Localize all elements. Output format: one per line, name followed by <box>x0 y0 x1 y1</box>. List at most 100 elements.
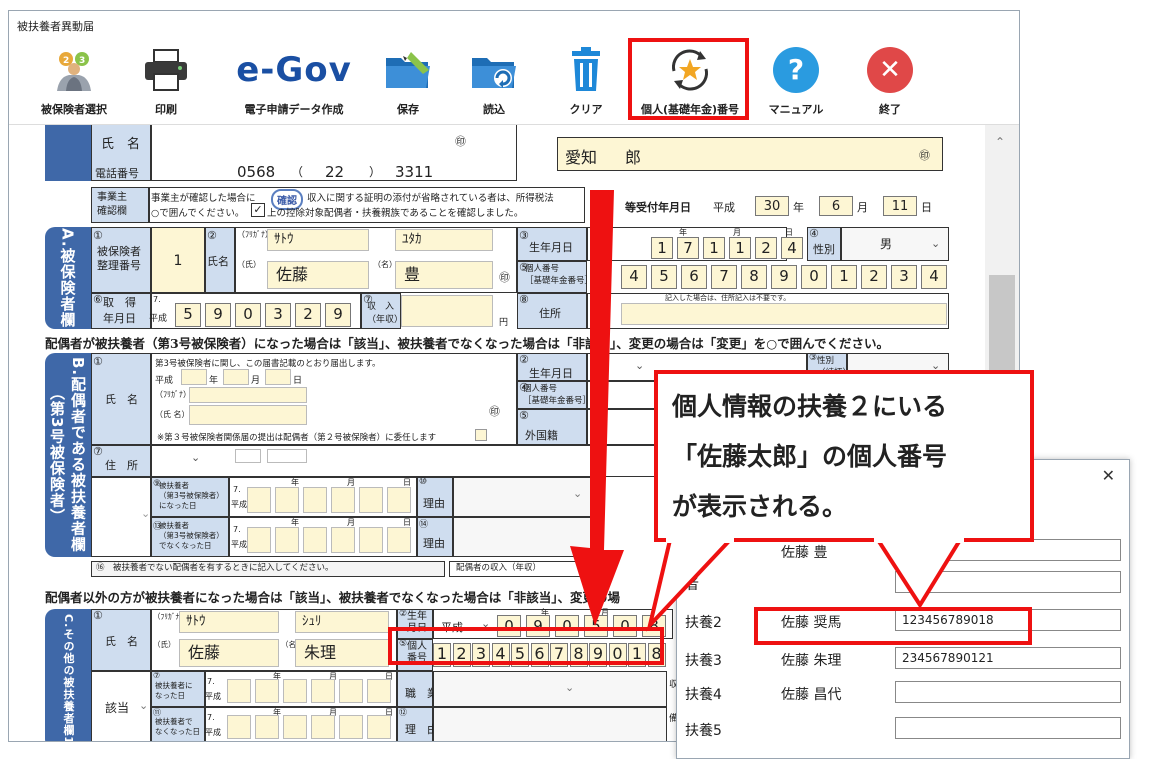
acquisition-digit[interactable]: 0 <box>235 303 261 327</box>
date-digit[interactable] <box>387 527 411 553</box>
owner-name-field[interactable] <box>557 137 943 171</box>
delegate-checkbox[interactable] <box>475 429 487 441</box>
date-digit[interactable] <box>311 679 335 703</box>
section-a-tab: A.被保険者欄 <box>45 227 91 329</box>
callout-line: が表示される。 <box>672 492 848 521</box>
insured-number-field[interactable]: 1 <box>151 227 205 293</box>
date-digit[interactable] <box>275 527 299 553</box>
notice-year[interactable] <box>181 369 207 385</box>
address-field[interactable] <box>621 303 947 325</box>
phone-local: 22 <box>325 163 345 181</box>
date-digit[interactable] <box>283 679 307 703</box>
date-digit[interactable] <box>303 487 327 513</box>
section-b-tab: B.配偶者である被扶養者欄（第3号被保険者） <box>45 353 91 557</box>
occupation-select[interactable] <box>433 671 667 707</box>
pension-digit[interactable]: 3 <box>891 265 917 289</box>
pension-digit[interactable]: 4 <box>921 265 947 289</box>
date-digit[interactable] <box>247 487 271 513</box>
acquisition-digit[interactable]: 3 <box>265 303 291 327</box>
birth-digit[interactable]: 1 <box>703 237 725 259</box>
exit-button[interactable]: ✕ 終了 <box>845 47 935 117</box>
load-button[interactable]: 読込 <box>449 47 539 117</box>
notice-day[interactable] <box>265 369 291 385</box>
dependent-reason-select[interactable] <box>433 707 667 741</box>
e-gov-logo: e-Gov <box>236 50 352 90</box>
clear-button[interactable]: クリア <box>541 47 631 117</box>
birth-digit[interactable]: 1 <box>651 237 673 259</box>
confirm-checkbox[interactable]: ✓ <box>251 203 265 217</box>
save-button[interactable]: 保存 <box>363 47 453 117</box>
pension-digit[interactable]: 6 <box>681 265 707 289</box>
furigana-given-field[interactable]: ﾕﾀｶ <box>395 229 493 251</box>
date-digit[interactable] <box>359 527 383 553</box>
spouse-heading: 配偶者が被扶養者（第3号被保険者）になった場合は「該当」、被扶養者でなくなった場… <box>45 336 889 351</box>
dialog-row-number-field[interactable] <box>895 717 1121 739</box>
dependent-kana-family[interactable]: ｻﾄｳ <box>179 611 279 633</box>
given-name-field[interactable]: 豊 <box>395 261 493 289</box>
birth-digit[interactable]: 2 <box>755 237 777 259</box>
printer-icon <box>121 47 211 93</box>
acquisition-digit[interactable]: 5 <box>175 303 201 327</box>
date-digit[interactable] <box>227 715 251 739</box>
date-digit[interactable] <box>255 715 279 739</box>
dependent-family-name[interactable]: 佐藤 <box>179 639 279 667</box>
trash-icon <box>541 47 631 93</box>
help-icon: ? <box>773 47 819 93</box>
create-e-application-button[interactable]: e-Gov 電子申請データ作成 <box>229 47 359 117</box>
postal-code-1[interactable] <box>235 449 261 463</box>
date-digit[interactable] <box>339 679 363 703</box>
birth-digit[interactable]: 7 <box>677 237 699 259</box>
pension-digit[interactable]: 9 <box>771 265 797 289</box>
pension-digit[interactable]: 8 <box>741 265 767 289</box>
date-digit[interactable] <box>247 527 271 553</box>
date-digit[interactable] <box>331 487 355 513</box>
manual-button[interactable]: ? マニュアル <box>751 47 841 117</box>
print-button[interactable]: 印刷 <box>121 47 211 117</box>
section-c-tab: C.その他の被扶養者欄1 <box>45 609 91 741</box>
date-digit[interactable] <box>359 487 383 513</box>
family-name-field[interactable]: 佐藤 <box>267 261 369 289</box>
acquisition-digit[interactable]: 9 <box>325 303 351 327</box>
dependent-kana-given[interactable]: ｼｭﾘ <box>295 611 389 633</box>
income-field[interactable] <box>401 295 493 327</box>
date-digit[interactable] <box>367 679 391 703</box>
highlight-dependent-number <box>388 627 664 665</box>
confirm-label: 事業主 確認欄 <box>97 192 127 217</box>
date-digit[interactable] <box>275 487 299 513</box>
receipt-day[interactable]: 11 <box>883 196 917 216</box>
spouse-name-field[interactable] <box>189 405 307 425</box>
date-digit[interactable] <box>255 679 279 703</box>
date-digit[interactable] <box>283 715 307 739</box>
date-digit[interactable] <box>331 527 355 553</box>
date-digit[interactable] <box>311 715 335 739</box>
date-digit[interactable] <box>387 487 411 513</box>
pension-digit[interactable]: 1 <box>831 265 857 289</box>
toolbar: 23 被保険者選択 印刷 e-Gov 電子申請データ作成 保存 読込 クリア 個… <box>9 39 1019 125</box>
save-folder-icon <box>363 47 453 93</box>
chevron-down-icon: ⌄ <box>565 681 575 694</box>
furigana-family-field[interactable]: ｻﾄｳ <box>267 229 369 251</box>
date-digit[interactable] <box>227 679 251 703</box>
window-title: 被扶養者異動届 <box>17 20 94 33</box>
svg-text:3: 3 <box>79 56 85 66</box>
date-digit[interactable] <box>303 527 327 553</box>
acquisition-digit[interactable]: 2 <box>295 303 321 327</box>
birth-digit[interactable]: 4 <box>781 237 803 259</box>
pension-digit[interactable]: 7 <box>711 265 737 289</box>
receipt-month[interactable]: 6 <box>819 196 853 216</box>
date-digit[interactable] <box>339 715 363 739</box>
dependent-given-name[interactable]: 朱理 <box>295 639 389 667</box>
receipt-year[interactable]: 30 <box>755 196 789 216</box>
select-insured-button[interactable]: 23 被保険者選択 <box>29 47 119 117</box>
postal-code-2[interactable] <box>267 449 307 463</box>
name-label: 氏 名 <box>101 137 141 152</box>
pension-digit[interactable]: 5 <box>651 265 677 289</box>
date-digit[interactable] <box>367 715 391 739</box>
notice-month[interactable] <box>223 369 249 385</box>
spouse-kana-field[interactable] <box>189 387 307 403</box>
birth-digit[interactable]: 1 <box>729 237 751 259</box>
acquisition-digit[interactable]: 9 <box>205 303 231 327</box>
pension-digit[interactable]: 0 <box>801 265 827 289</box>
pension-digit[interactable]: 2 <box>861 265 887 289</box>
chevron-up-icon[interactable]: ⌃ <box>995 135 1005 149</box>
